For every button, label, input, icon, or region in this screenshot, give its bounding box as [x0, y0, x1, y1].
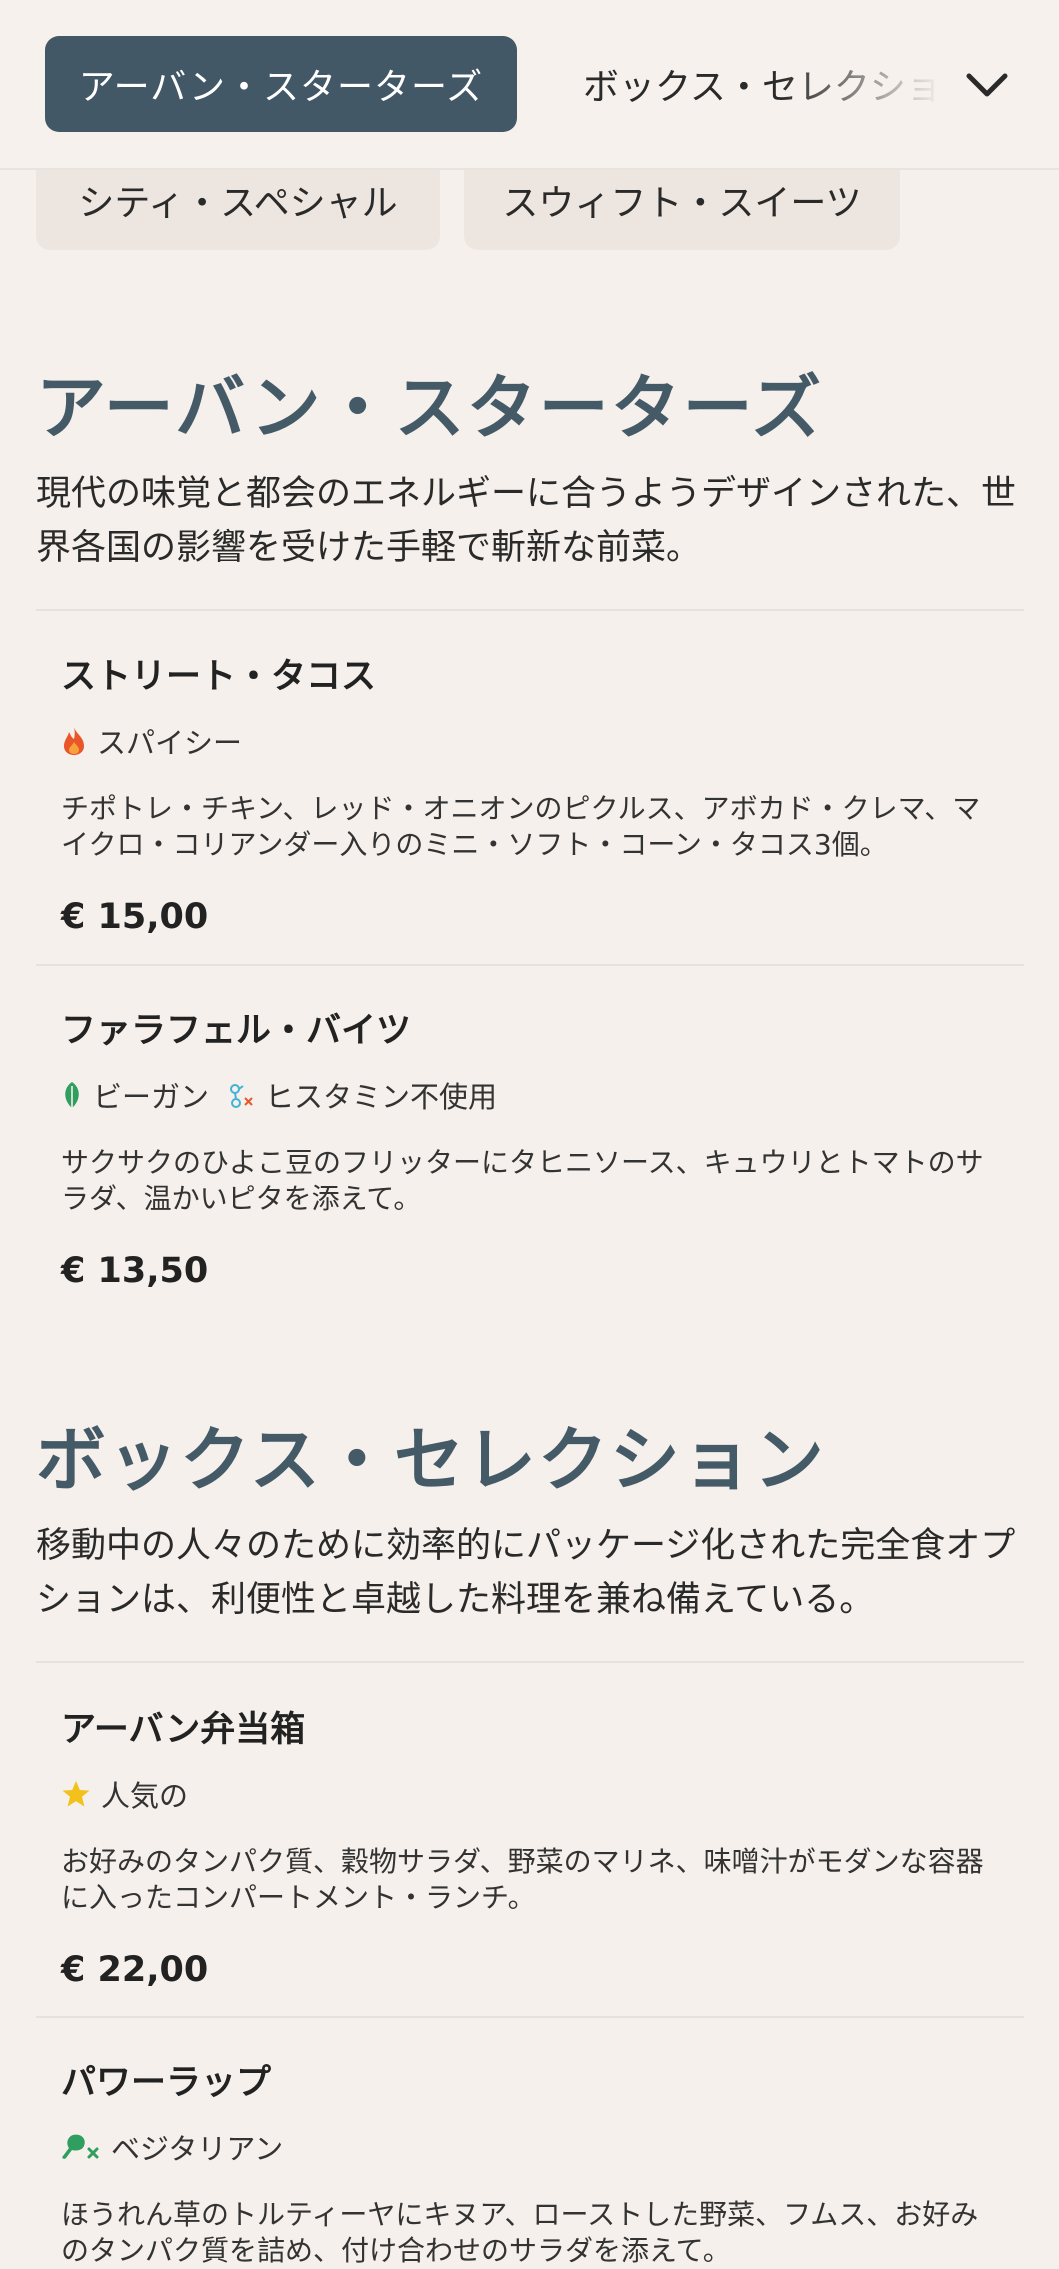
no-histamine-icon [230, 1084, 253, 1108]
chevron-down-icon[interactable] [962, 60, 1012, 110]
item-name: ストリート・タコス [61, 657, 377, 697]
section-box-selection: ボックス・セレクション 移動中の人々のために効率的にパッケージ化された完全食オプ… [36, 1404, 1026, 1627]
menu-item[interactable]: ファラフェル・バイツ ビーガン ヒスタミン不使用 サクサクのひよこ豆のフリッター… [61, 1002, 1001, 1291]
tag-spicy: スパイシー [61, 720, 242, 762]
star-icon [62, 1781, 90, 1807]
category-nav-bar: アーバン・スターターズ ボックス・セレクション [0, 0, 1059, 170]
section-urban-starters: アーバン・スターターズ 現代の味覚と都会のエネルギーに合うようデザインされた、世… [36, 352, 1026, 575]
flame-icon [64, 727, 84, 755]
tab-urban-starters[interactable]: アーバン・スターターズ [45, 36, 517, 132]
tag-label: スパイシー [97, 726, 243, 760]
divider [36, 609, 1024, 611]
divider [36, 964, 1024, 966]
section-title: ボックス・セレクション [36, 1419, 826, 1501]
item-description: サクサクのひよこ豆のフリッターにタヒニソース、キュウリとトマトのサラダ、温かいピ… [61, 1146, 984, 1215]
tag-label: ベジタリアン [111, 2132, 284, 2166]
item-tags: ベジタリアン [61, 2127, 1001, 2167]
item-price: € 22,00 [61, 1950, 209, 1990]
tag-vegan: ビーガン [61, 1074, 209, 1116]
item-description: チポトレ・チキン、レッド・オニオンのピクルス、アボカド・クレマ、マイクロ・コリア… [61, 792, 981, 861]
divider [36, 1661, 1024, 1663]
tag-label: 人気の [101, 1779, 189, 1813]
leaf-icon [65, 1082, 79, 1108]
item-description: ほうれん草のトルティーヤにキヌア、ローストした野菜、フムス、お好みのタンパク質を… [61, 2198, 979, 2267]
item-price: € 15,00 [61, 897, 209, 937]
item-name: アーバン弁当箱 [61, 1710, 306, 1750]
item-description: お好みのタンパク質、穀物サラダ、野菜のマリネ、味噌汁がモダンな容器に入ったコンパ… [61, 1845, 984, 1914]
section-description: 移動中の人々のために効率的にパッケージ化された完全食オプションは、利便性と卓越し… [36, 1526, 1016, 1620]
divider [36, 2016, 1024, 2018]
item-tags: スパイシー [61, 721, 1001, 761]
tab-box-selection[interactable]: ボックス・セレクション [583, 36, 943, 132]
menu-item[interactable]: アーバン弁当箱 人気の お好みのタンパク質、穀物サラダ、野菜のマリネ、味噌汁がモ… [61, 1701, 1001, 1990]
tag-vegetarian: ベジタリアン [61, 2126, 283, 2168]
no-meat-icon [62, 2134, 99, 2159]
menu-item[interactable]: パワーラップ ベジタリアン ほうれん草のトルティーヤにキヌア、ローストした野菜、… [61, 2054, 1001, 2269]
tag-label: ヒスタミン不使用 [265, 1080, 498, 1114]
item-price: € 13,50 [61, 1251, 209, 1291]
section-title: アーバン・スターターズ [36, 367, 824, 449]
item-name: ファラフェル・バイツ [61, 1011, 412, 1051]
menu-item[interactable]: ストリート・タコス スパイシー チポトレ・チキン、レッド・オニオンのピクルス、ア… [61, 648, 1001, 937]
tag-popular: 人気の [61, 1773, 188, 1815]
section-description: 現代の味覚と都会のエネルギーに合うようデザインされた、世界各国の影響を受けた手軽… [36, 474, 1017, 568]
tag-histamine-free: ヒスタミン不使用 [227, 1074, 497, 1116]
item-tags: 人気の [61, 1774, 1001, 1814]
item-tags: ビーガン ヒスタミン不使用 [61, 1075, 1001, 1115]
tag-label: ビーガン [93, 1080, 210, 1114]
item-name: パワーラップ [61, 2063, 272, 2103]
